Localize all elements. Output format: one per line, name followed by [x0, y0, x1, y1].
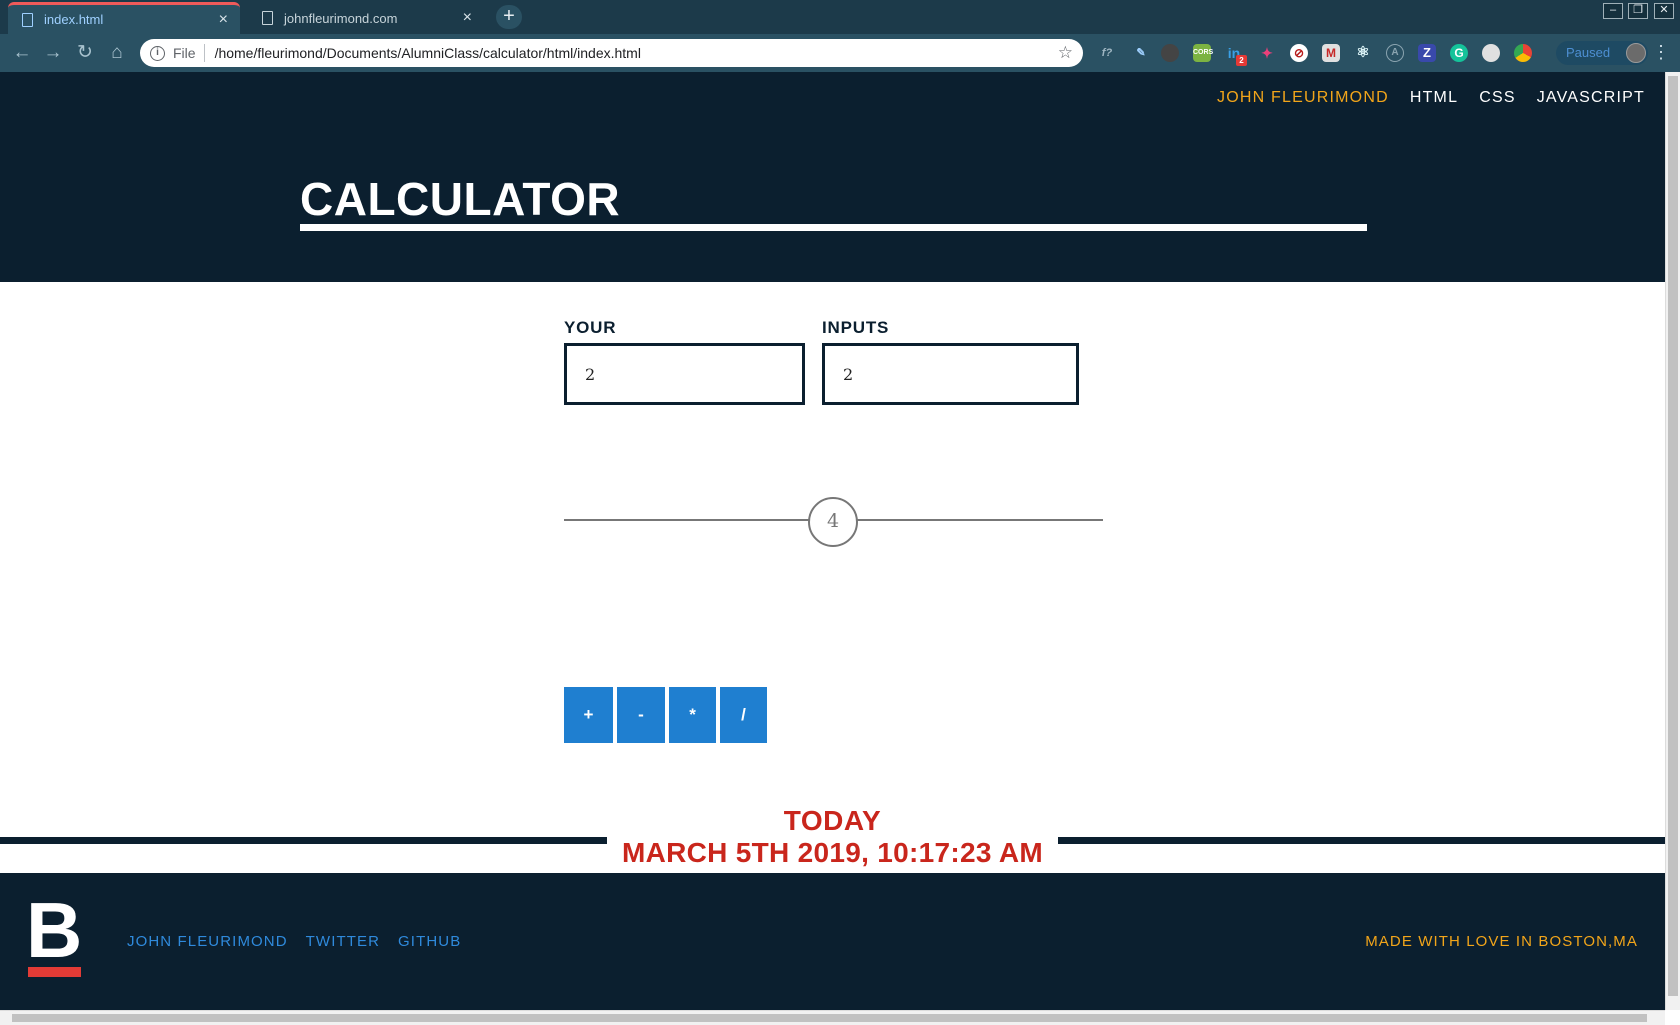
- extension-formula-icon[interactable]: f?: [1098, 44, 1116, 62]
- extension-z-icon[interactable]: Z: [1418, 44, 1436, 62]
- second-number-input[interactable]: [822, 343, 1079, 405]
- tab-label: index.html: [44, 12, 104, 27]
- nav-link-html[interactable]: HTML: [1410, 89, 1458, 107]
- result-line-left: [564, 519, 810, 521]
- horizontal-scroll-thumb[interactable]: [12, 1014, 1647, 1022]
- profile-status: Paused: [1566, 45, 1611, 60]
- page-title: CALCULATOR: [300, 173, 621, 225]
- avatar: [1626, 43, 1646, 63]
- subtract-button[interactable]: -: [617, 687, 665, 743]
- close-tab-icon[interactable]: ×: [219, 11, 228, 28]
- input-label-inputs: INPUTS: [822, 318, 890, 337]
- vertical-scrollbar[interactable]: [1665, 72, 1680, 1010]
- add-button[interactable]: +: [564, 687, 613, 743]
- page-footer: B JOHN FLEURIMOND TWITTER GITHUB MADE WI…: [0, 873, 1665, 1010]
- extension-grammarly-icon[interactable]: G: [1450, 44, 1468, 62]
- hero-header: JOHN FLEURIMOND HTML CSS JAVASCRIPT CALC…: [0, 72, 1665, 282]
- document-icon: [262, 11, 273, 25]
- date-timestamp: MARCH 5TH 2019, 10:17:23 AM: [622, 837, 1043, 868]
- extension-cors-icon[interactable]: CORS: [1193, 44, 1213, 62]
- brand-logo[interactable]: B: [26, 886, 83, 977]
- vertical-scroll-thumb[interactable]: [1668, 76, 1678, 996]
- top-navigation: JOHN FLEURIMOND HTML CSS JAVASCRIPT: [1217, 89, 1645, 107]
- extension-badge: 2: [1236, 55, 1247, 66]
- restore-window-button[interactable]: ❐: [1628, 3, 1648, 19]
- profile-paused-button[interactable]: Paused: [1556, 41, 1648, 65]
- first-number-input[interactable]: [564, 343, 805, 405]
- browser-tab-strip: index.html × johnfleurimond.com × + – ❐ …: [0, 0, 1680, 34]
- forward-arrow-icon[interactable]: →: [40, 40, 66, 66]
- more-menu-icon[interactable]: ⋮: [1652, 42, 1670, 62]
- extension-bird-icon[interactable]: ✦: [1258, 44, 1276, 62]
- date-label: TODAY: [783, 805, 882, 836]
- logo-letter: B: [26, 886, 83, 974]
- extension-bulb-icon[interactable]: [1482, 44, 1500, 62]
- tab-johnfleurimond[interactable]: johnfleurimond.com ×: [248, 2, 484, 34]
- address-divider: [203, 44, 205, 62]
- address-scheme: File: [173, 45, 196, 61]
- nav-link-john-fleurimond[interactable]: JOHN FLEURIMOND: [1217, 89, 1389, 107]
- address-url[interactable]: /home/fleurimond/Documents/AlumniClass/c…: [215, 45, 1058, 61]
- tab-index-html[interactable]: index.html ×: [8, 2, 240, 34]
- browser-toolbar: ← → ↻ ⌂ i File /home/fleurimond/Document…: [0, 34, 1680, 72]
- footer-link-twitter[interactable]: TWITTER: [306, 933, 380, 950]
- input-label-your: YOUR: [564, 318, 617, 337]
- info-icon[interactable]: i: [150, 45, 165, 61]
- bookmark-star-icon[interactable]: ☆: [1058, 43, 1073, 63]
- extension-block-icon[interactable]: ⊘: [1290, 44, 1308, 62]
- reload-icon[interactable]: ↻: [72, 40, 98, 66]
- logo-underline: [28, 967, 81, 977]
- title-underline: [300, 224, 1367, 231]
- date-divider-left: [0, 837, 607, 844]
- extension-linkedin-icon[interactable]: in 2: [1225, 44, 1247, 66]
- page-viewport: JOHN FLEURIMOND HTML CSS JAVASCRIPT CALC…: [0, 72, 1665, 1010]
- date-display: TODAY MARCH 5TH 2019, 10:17:23 AM: [600, 805, 1065, 869]
- nav-link-javascript[interactable]: JAVASCRIPT: [1537, 89, 1645, 107]
- tab-label: johnfleurimond.com: [284, 10, 398, 26]
- footer-links: JOHN FLEURIMOND TWITTER GITHUB: [127, 933, 461, 950]
- footer-credit: MADE WITH LOVE IN BOSTON,MA: [1365, 933, 1638, 950]
- footer-link-john-fleurimond[interactable]: JOHN FLEURIMOND: [127, 933, 288, 950]
- divide-button[interactable]: /: [720, 687, 767, 743]
- extension-react-icon[interactable]: ⚛: [1354, 44, 1372, 62]
- extension-pen-icon[interactable]: ✎: [1132, 44, 1150, 62]
- minimize-window-button[interactable]: –: [1603, 3, 1623, 19]
- result-display: 4: [808, 497, 858, 547]
- date-divider-right: [1058, 837, 1665, 844]
- new-tab-button[interactable]: +: [496, 5, 522, 29]
- horizontal-scrollbar[interactable]: [0, 1010, 1665, 1025]
- extension-circle-icon[interactable]: [1161, 44, 1179, 62]
- extension-chrome-icon[interactable]: [1514, 44, 1532, 62]
- result-line-right: [856, 519, 1103, 521]
- address-bar[interactable]: i File /home/fleurimond/Documents/Alumni…: [140, 39, 1083, 67]
- home-icon[interactable]: ⌂: [104, 40, 130, 66]
- nav-link-css[interactable]: CSS: [1479, 89, 1516, 107]
- extension-a-icon[interactable]: A: [1386, 44, 1404, 62]
- close-window-button[interactable]: ✕: [1654, 3, 1674, 19]
- back-arrow-icon[interactable]: ←: [9, 40, 35, 66]
- footer-link-github[interactable]: GITHUB: [398, 933, 461, 950]
- multiply-button[interactable]: *: [669, 687, 716, 743]
- close-tab-icon[interactable]: ×: [463, 10, 472, 26]
- extension-gmail-icon[interactable]: M: [1322, 44, 1340, 62]
- document-icon: [22, 12, 33, 27]
